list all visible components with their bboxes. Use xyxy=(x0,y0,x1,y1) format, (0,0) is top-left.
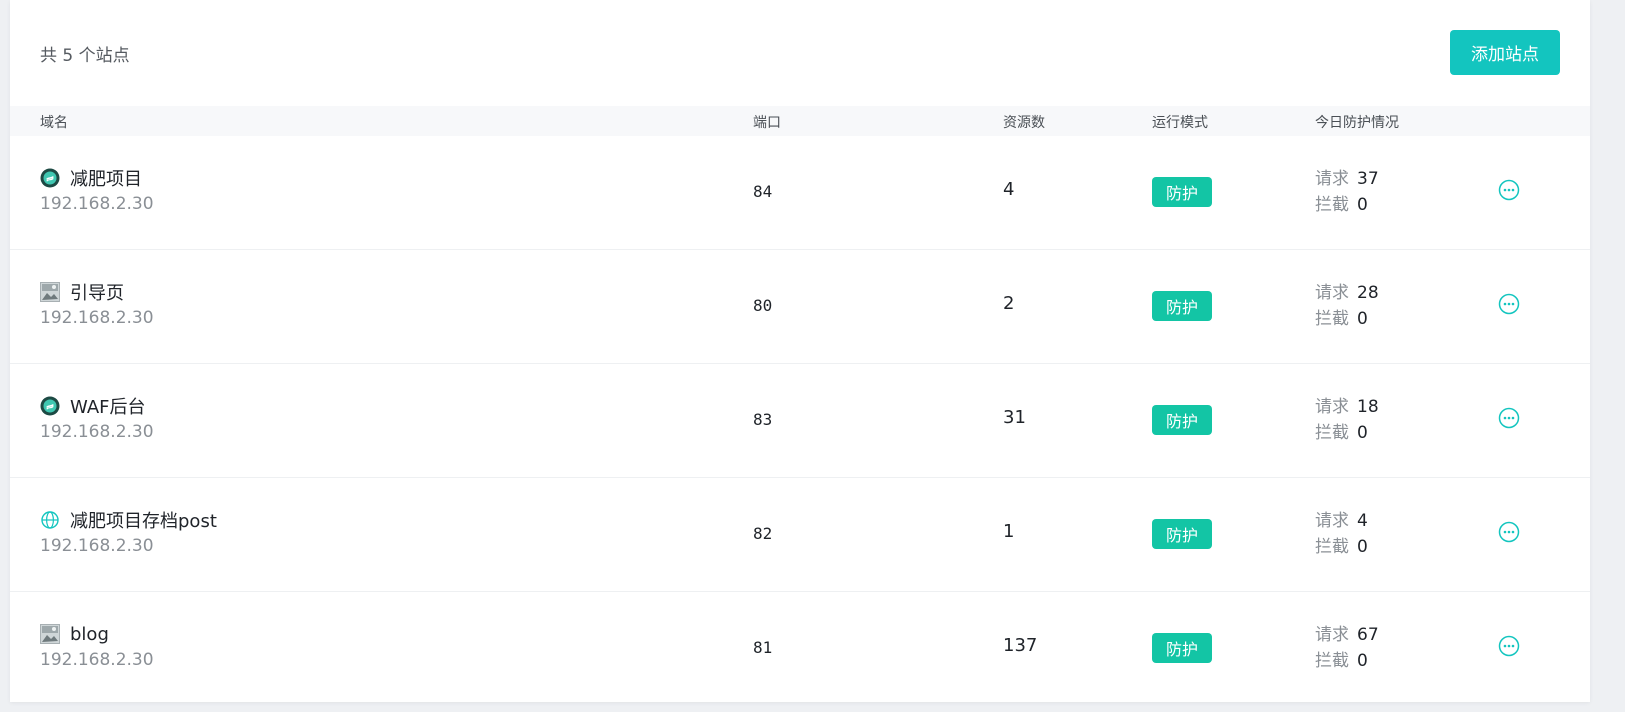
requests-line: 请求 4 xyxy=(1315,508,1368,534)
column-header-domain: 域名 xyxy=(40,115,68,131)
site-port: 84 xyxy=(753,182,773,201)
protection-stats: 请求 28 拦截 0 xyxy=(1315,280,1379,332)
protection-stats: 请求 37 拦截 0 xyxy=(1315,166,1379,218)
mode-badge: 防护 xyxy=(1152,633,1212,663)
site-name[interactable]: 减肥项目存档post xyxy=(70,507,217,533)
mode-badge: 防护 xyxy=(1152,405,1212,435)
table-row[interactable]: 减肥项目存档post 192.168.2.30 82 1 防护 请求 4 拦截 0 xyxy=(10,478,1590,592)
more-icon xyxy=(1498,293,1520,319)
site-port: 82 xyxy=(753,524,773,543)
more-icon xyxy=(1498,635,1520,661)
site-resource-count: 1 xyxy=(1003,521,1015,542)
site-ip: 192.168.2.30 xyxy=(40,536,154,556)
site-ip: 192.168.2.30 xyxy=(40,650,154,670)
site-list-card: 共 5 个站点 添加站点 域名 端口 资源数 运行模式 今日防护情况 减肥项目 … xyxy=(10,0,1590,702)
protection-stats: 请求 67 拦截 0 xyxy=(1315,622,1379,674)
requests-value: 18 xyxy=(1357,397,1379,417)
requests-value: 67 xyxy=(1357,625,1379,645)
site-name-cell[interactable]: blog xyxy=(40,622,109,646)
site-port: 80 xyxy=(753,296,773,315)
more-actions-button[interactable] xyxy=(1497,521,1521,547)
blocked-line: 拦截 0 xyxy=(1315,306,1379,332)
protection-stats: 请求 18 拦截 0 xyxy=(1315,394,1379,446)
more-icon xyxy=(1498,407,1520,433)
table-row[interactable]: 减肥项目 192.168.2.30 84 4 防护 请求 37 拦截 0 xyxy=(10,136,1590,250)
mode-badge: 防护 xyxy=(1152,519,1212,549)
site-name[interactable]: WAF后台 xyxy=(70,393,145,419)
shield-logo-icon xyxy=(40,396,60,416)
requests-label: 请求 xyxy=(1315,511,1349,531)
site-port: 81 xyxy=(753,638,773,657)
requests-line: 请求 37 xyxy=(1315,166,1379,192)
site-count-text: 共 5 个站点 xyxy=(40,46,130,66)
blocked-value: 0 xyxy=(1357,309,1368,329)
column-header-protection: 今日防护情况 xyxy=(1315,115,1399,131)
site-resource-count: 31 xyxy=(1003,407,1026,428)
blocked-value: 0 xyxy=(1357,423,1368,443)
table-row[interactable]: blog 192.168.2.30 81 137 防护 请求 67 拦截 0 xyxy=(10,592,1590,705)
blocked-line: 拦截 0 xyxy=(1315,648,1379,674)
site-ip: 192.168.2.30 xyxy=(40,422,154,442)
image-thumbnail-icon xyxy=(40,624,60,644)
requests-line: 请求 18 xyxy=(1315,394,1379,420)
requests-line: 请求 28 xyxy=(1315,280,1379,306)
blocked-label: 拦截 xyxy=(1315,537,1349,557)
column-header-mode: 运行模式 xyxy=(1152,115,1208,131)
site-ip: 192.168.2.30 xyxy=(40,194,154,214)
site-resource-count: 2 xyxy=(1003,293,1015,314)
image-thumbnail-icon xyxy=(40,282,60,302)
site-name[interactable]: 减肥项目 xyxy=(70,165,142,191)
mode-badge: 防护 xyxy=(1152,177,1212,207)
add-site-button[interactable]: 添加站点 xyxy=(1450,30,1560,75)
requests-label: 请求 xyxy=(1315,625,1349,645)
blocked-line: 拦截 0 xyxy=(1315,192,1379,218)
list-toolbar: 共 5 个站点 添加站点 xyxy=(10,0,1590,106)
site-resource-count: 137 xyxy=(1003,635,1038,656)
more-actions-button[interactable] xyxy=(1497,407,1521,433)
requests-value: 37 xyxy=(1357,169,1379,189)
table-row[interactable]: WAF后台 192.168.2.30 83 31 防护 请求 18 拦截 0 xyxy=(10,364,1590,478)
blocked-value: 0 xyxy=(1357,651,1368,671)
requests-label: 请求 xyxy=(1315,169,1349,189)
blocked-line: 拦截 0 xyxy=(1315,420,1379,446)
requests-value: 28 xyxy=(1357,283,1379,303)
blocked-label: 拦截 xyxy=(1315,195,1349,215)
requests-label: 请求 xyxy=(1315,397,1349,417)
blocked-label: 拦截 xyxy=(1315,651,1349,671)
site-port: 83 xyxy=(753,410,773,429)
requests-line: 请求 67 xyxy=(1315,622,1379,648)
site-name[interactable]: blog xyxy=(70,624,109,645)
more-icon xyxy=(1498,179,1520,205)
site-name[interactable]: 引导页 xyxy=(70,279,124,305)
requests-value: 4 xyxy=(1357,511,1368,531)
blocked-label: 拦截 xyxy=(1315,423,1349,443)
site-name-cell[interactable]: 减肥项目 xyxy=(40,166,142,190)
table-body: 减肥项目 192.168.2.30 84 4 防护 请求 37 拦截 0 引导页 xyxy=(10,136,1590,705)
blocked-value: 0 xyxy=(1357,195,1368,215)
blocked-line: 拦截 0 xyxy=(1315,534,1368,560)
column-header-port: 端口 xyxy=(753,115,781,131)
site-ip: 192.168.2.30 xyxy=(40,308,154,328)
more-actions-button[interactable] xyxy=(1497,179,1521,205)
globe-icon xyxy=(40,510,60,530)
blocked-value: 0 xyxy=(1357,537,1368,557)
table-row[interactable]: 引导页 192.168.2.30 80 2 防护 请求 28 拦截 0 xyxy=(10,250,1590,364)
column-header-resources: 资源数 xyxy=(1003,115,1045,131)
table-header: 域名 端口 资源数 运行模式 今日防护情况 xyxy=(10,106,1590,136)
mode-badge: 防护 xyxy=(1152,291,1212,321)
site-name-cell[interactable]: 减肥项目存档post xyxy=(40,508,217,532)
protection-stats: 请求 4 拦截 0 xyxy=(1315,508,1368,560)
blocked-label: 拦截 xyxy=(1315,309,1349,329)
site-name-cell[interactable]: 引导页 xyxy=(40,280,124,304)
site-resource-count: 4 xyxy=(1003,179,1015,200)
shield-logo-icon xyxy=(40,168,60,188)
more-actions-button[interactable] xyxy=(1497,293,1521,319)
site-name-cell[interactable]: WAF后台 xyxy=(40,394,145,418)
more-icon xyxy=(1498,521,1520,547)
requests-label: 请求 xyxy=(1315,283,1349,303)
more-actions-button[interactable] xyxy=(1497,635,1521,661)
